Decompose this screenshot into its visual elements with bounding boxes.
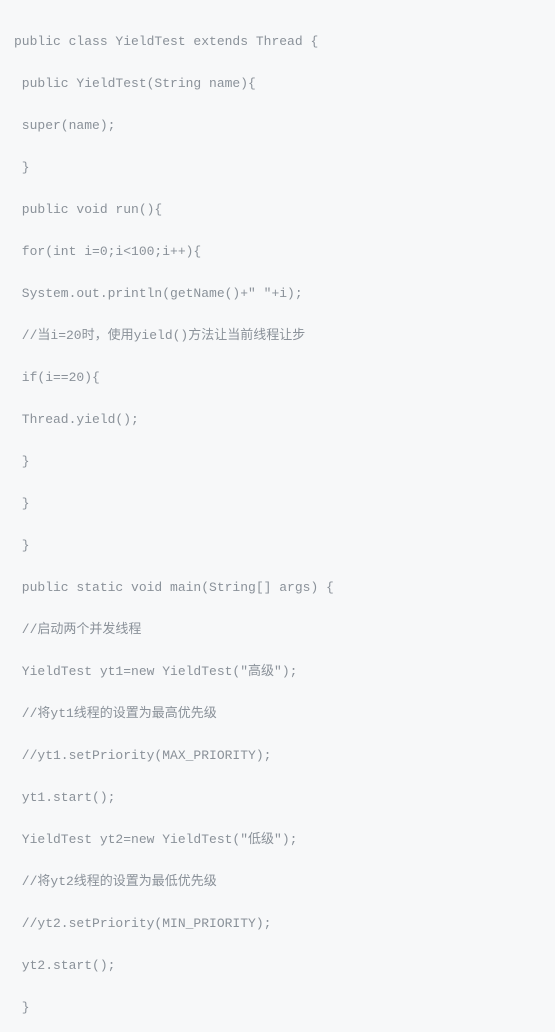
- code-line: System.out.println(getName()+" "+i);: [14, 283, 541, 304]
- code-block: public class YieldTest extends Thread { …: [14, 10, 541, 1032]
- code-line: //启动两个并发线程: [14, 619, 541, 640]
- code-line: public YieldTest(String name){: [14, 73, 541, 94]
- code-line: }: [14, 493, 541, 514]
- code-line: super(name);: [14, 115, 541, 136]
- code-line: //将yt2线程的设置为最低优先级: [14, 871, 541, 892]
- code-line: //yt1.setPriority(MAX_PRIORITY);: [14, 745, 541, 766]
- code-line: //将yt1线程的设置为最高优先级: [14, 703, 541, 724]
- code-line: if(i==20){: [14, 367, 541, 388]
- code-line: //yt2.setPriority(MIN_PRIORITY);: [14, 913, 541, 934]
- code-line: }: [14, 157, 541, 178]
- code-line: public void run(){: [14, 199, 541, 220]
- code-line: }: [14, 535, 541, 556]
- code-line: }: [14, 451, 541, 472]
- code-line: for(int i=0;i<100;i++){: [14, 241, 541, 262]
- code-line: //当i=20时，使用yield()方法让当前线程让步: [14, 325, 541, 346]
- code-line: yt1.start();: [14, 787, 541, 808]
- code-line: yt2.start();: [14, 955, 541, 976]
- code-line: YieldTest yt2=new YieldTest("低级");: [14, 829, 541, 850]
- code-line: Thread.yield();: [14, 409, 541, 430]
- code-line: YieldTest yt1=new YieldTest("高级");: [14, 661, 541, 682]
- code-line: }: [14, 997, 541, 1018]
- code-line: public static void main(String[] args) {: [14, 577, 541, 598]
- code-line: public class YieldTest extends Thread {: [14, 31, 541, 52]
